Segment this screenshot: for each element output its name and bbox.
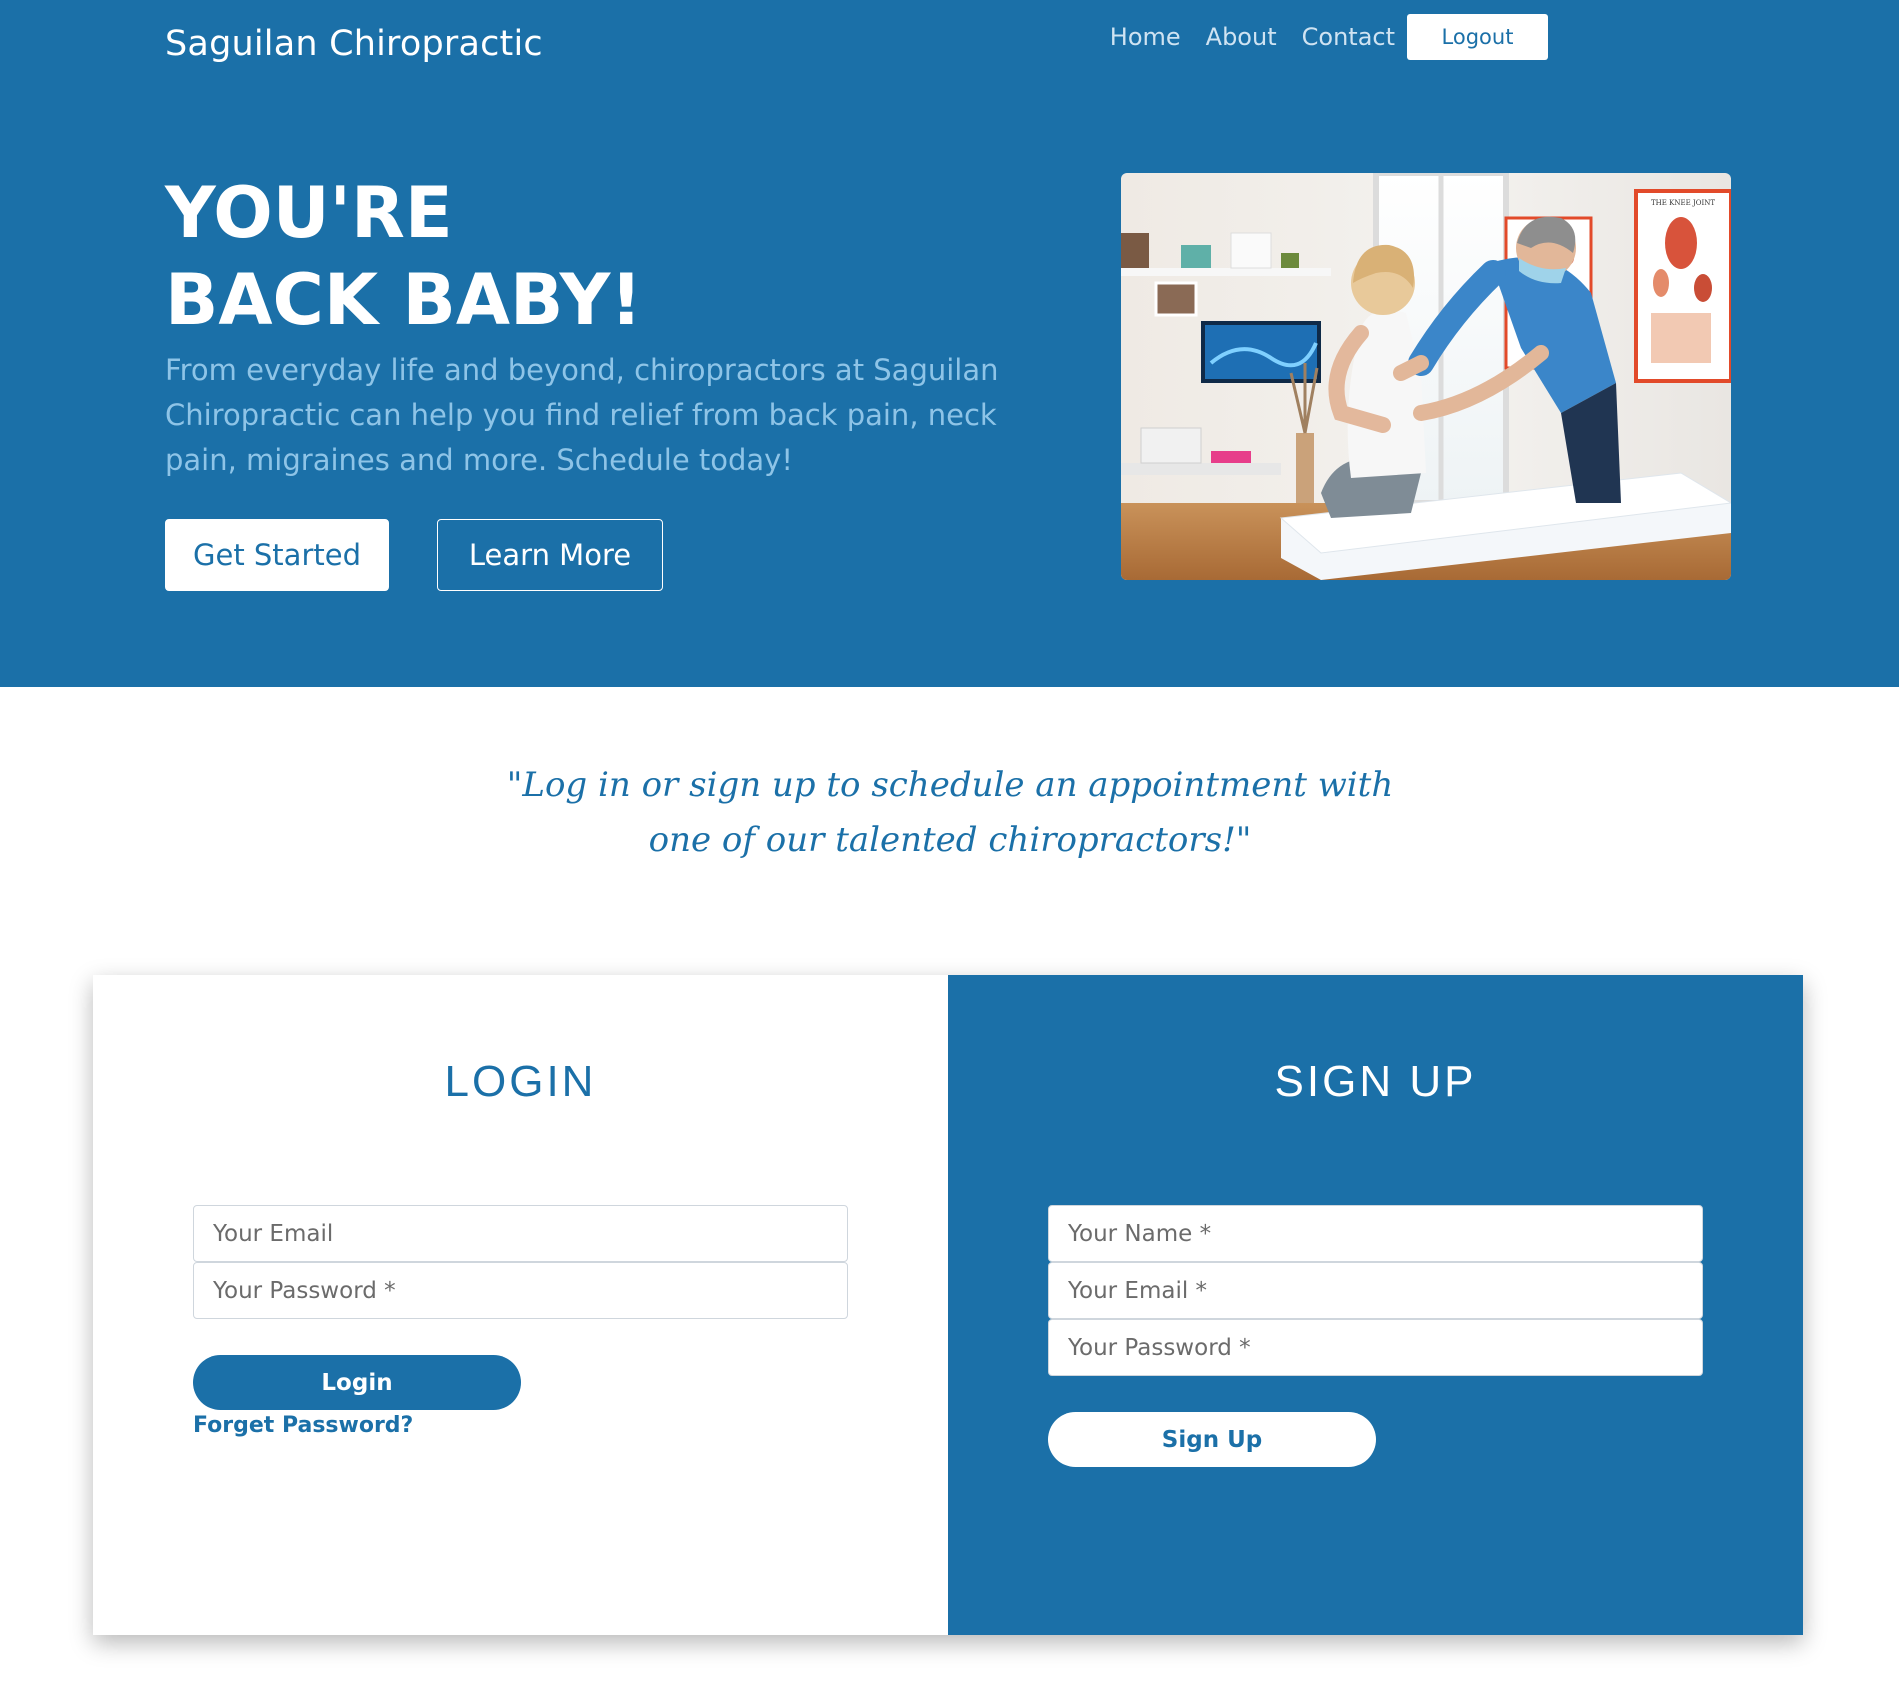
logout-button[interactable]: Logout <box>1407 14 1548 60</box>
nav-contact-link[interactable]: Contact <box>1302 23 1395 51</box>
login-email-input[interactable] <box>193 1205 848 1262</box>
learn-more-button[interactable]: Learn More <box>437 519 663 591</box>
login-password-input[interactable] <box>193 1262 848 1319</box>
hero-photo: THE KNEE JOINT <box>1121 173 1731 580</box>
main-nav: Home About Contact Logout <box>1085 14 1548 60</box>
forgot-password-link[interactable]: Forget Password? <box>193 1413 413 1438</box>
signup-email-input[interactable] <box>1048 1262 1703 1319</box>
get-started-button[interactable]: Get Started <box>165 519 389 591</box>
hero-headline-line1: YOU'RE <box>165 172 453 254</box>
nav-about-link[interactable]: About <box>1206 23 1277 51</box>
hero-headline: YOU'RE BACK BABY! <box>165 170 642 344</box>
signup-title: SIGN UP <box>1274 1057 1477 1106</box>
hero-section: Saguilan Chiropractic Home About Contact… <box>0 0 1899 687</box>
signup-password-input[interactable] <box>1048 1319 1703 1376</box>
hero-headline-line2: BACK BABY! <box>165 259 643 341</box>
quote-line1: "Log in or sign up to schedule an appoin… <box>506 765 1394 805</box>
signup-button[interactable]: Sign Up <box>1048 1412 1376 1467</box>
quote-line2: one of our talented chiropractors!" <box>648 820 1252 860</box>
brand-logo[interactable]: Saguilan Chiropractic <box>165 24 543 64</box>
login-button[interactable]: Login <box>193 1355 521 1410</box>
login-panel: LOGIN Login Forget Password? <box>93 975 948 1635</box>
svg-text:THE KNEE JOINT: THE KNEE JOINT <box>1651 199 1715 207</box>
signup-name-input[interactable] <box>1048 1205 1703 1262</box>
login-title: LOGIN <box>444 1057 597 1106</box>
hero-lead-text: From everyday life and beyond, chiroprac… <box>165 353 999 477</box>
auth-panel: LOGIN Login Forget Password? SIGN UP Sig… <box>93 975 1803 1635</box>
appointment-quote: "Log in or sign up to schedule an appoin… <box>500 758 1400 868</box>
signup-panel: SIGN UP Sign Up <box>948 975 1803 1635</box>
nav-home-link[interactable]: Home <box>1110 23 1181 51</box>
